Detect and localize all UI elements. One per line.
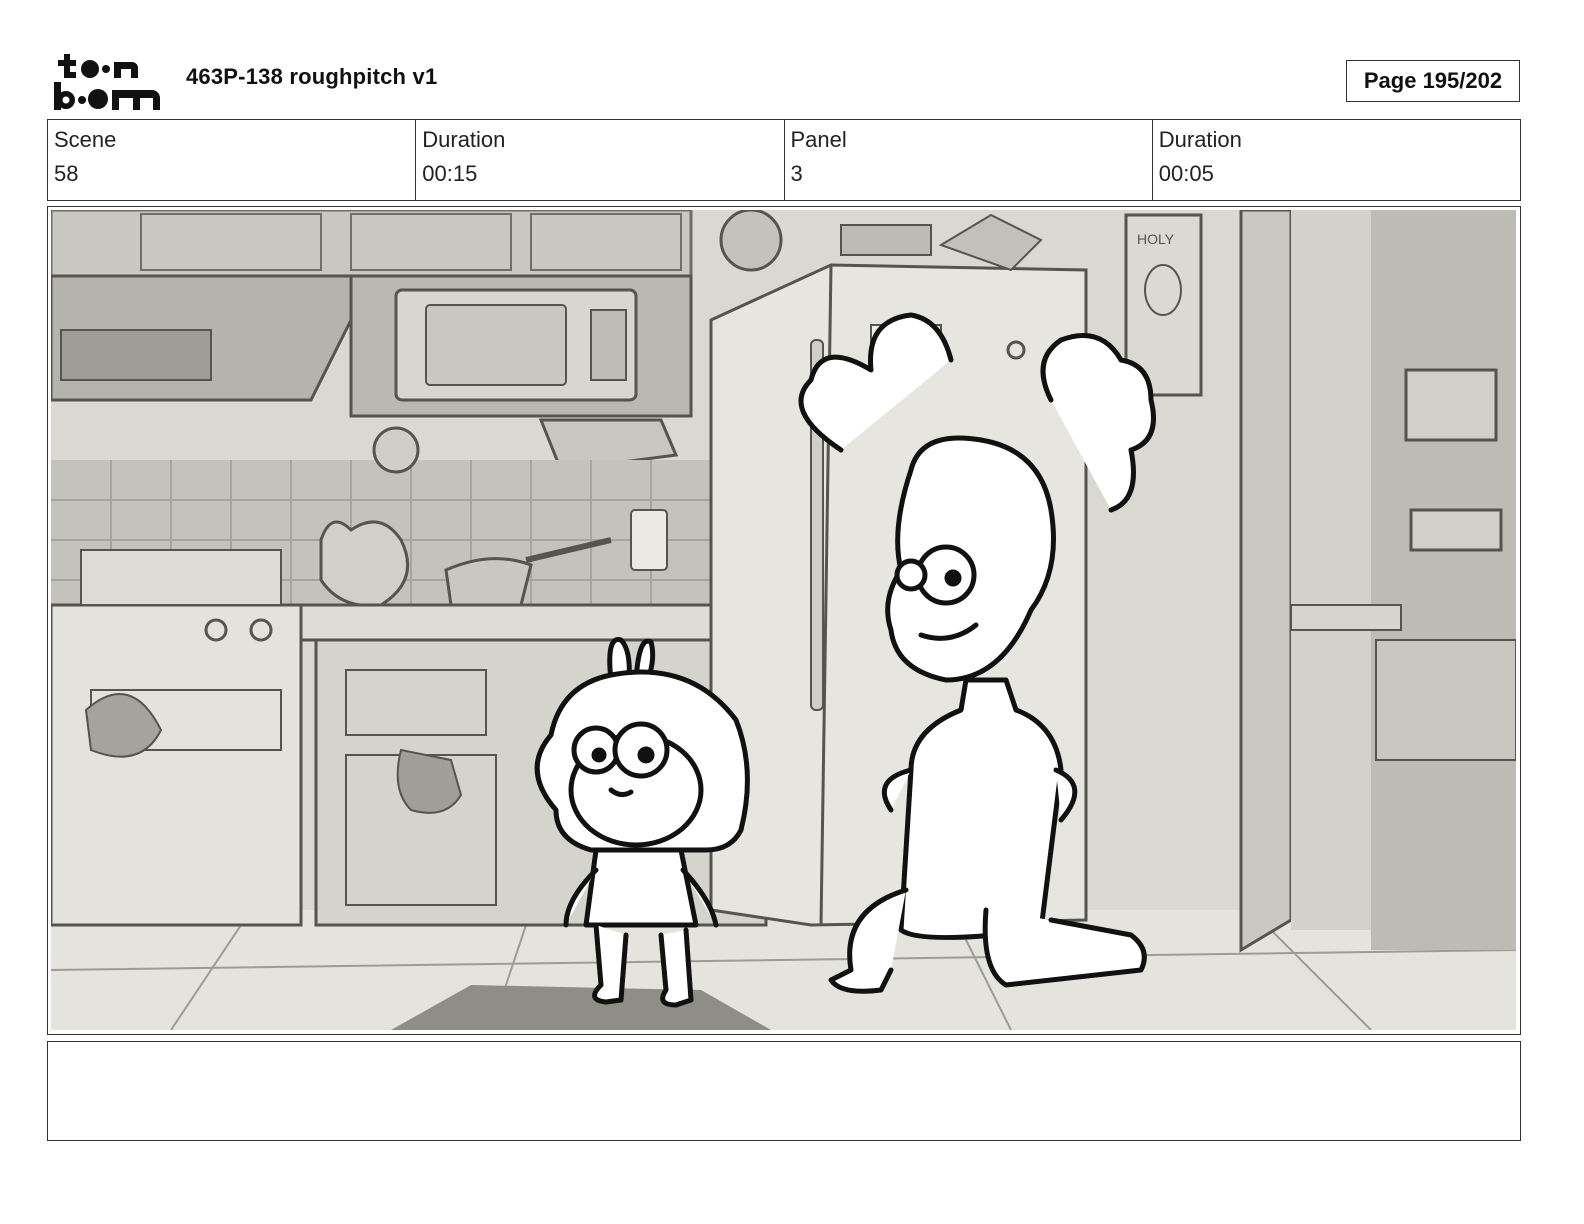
toonboom-logo: [52, 52, 162, 112]
panel-duration-value: 00:05: [1158, 161, 1214, 186]
panel-duration-label: Duration: [1158, 127, 1242, 152]
panel-label: Panel: [790, 127, 847, 152]
panel-info-table: Scene 58 Duration 00:15 Panel 3 Duration…: [47, 119, 1521, 201]
scene-duration-cell: Duration 00:15: [415, 120, 783, 200]
scene-duration-value: 00:15: [422, 161, 478, 186]
storyboard-panel: HOLY: [47, 206, 1521, 1035]
poster-text: HOLY: [1137, 231, 1175, 247]
panel-notes-box: [47, 1041, 1521, 1141]
panel-duration-cell: Duration 00:05: [1151, 120, 1520, 200]
panel-cell: Panel 3: [783, 120, 1152, 200]
scene-cell: Scene 58: [48, 120, 415, 200]
scene-duration-label: Duration: [422, 127, 506, 152]
document-title: 463P-138 roughpitch v1: [186, 64, 438, 89]
scene-label: Scene: [54, 127, 117, 152]
page-indicator: Page 195/202: [1346, 60, 1520, 102]
scene-value: 58: [54, 161, 79, 186]
panel-value: 3: [790, 161, 803, 186]
storyboard-drawing: HOLY: [51, 210, 1516, 1030]
